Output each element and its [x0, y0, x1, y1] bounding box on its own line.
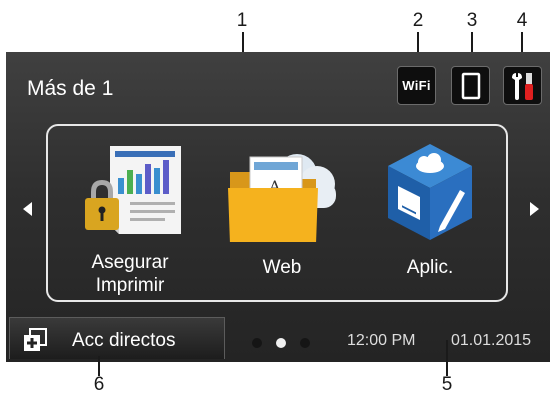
callout-2: 2	[412, 10, 424, 31]
app-web-label: Web	[262, 257, 302, 278]
clock-time: 12:00 PM	[347, 332, 416, 349]
page-dot-1	[252, 338, 262, 348]
wifi-button[interactable]: WiFi	[397, 66, 436, 105]
page-dot-2	[276, 338, 286, 348]
callout-5: 5	[441, 374, 453, 395]
apps-cube-icon	[388, 144, 472, 240]
app-secure-print-label-2: Imprimir	[95, 275, 165, 296]
callout-6-line	[98, 356, 100, 376]
app-apps[interactable]: Aplic.	[370, 140, 490, 300]
shortcuts-label: Acc directos	[72, 330, 176, 351]
app-web[interactable]: A Web	[222, 140, 342, 300]
app-secure-print-label-1: Asegurar	[91, 252, 169, 273]
app-apps-label: Aplic.	[406, 257, 454, 278]
settings-button[interactable]	[503, 66, 542, 105]
callout-6: 6	[93, 374, 105, 395]
tools-settings-icon	[511, 72, 533, 100]
secure-print-icon	[85, 146, 181, 234]
page-title: Más de 1	[27, 77, 114, 100]
clock-date: 01.01.2015	[451, 332, 532, 349]
scroll-left-arrow-icon[interactable]	[23, 202, 32, 216]
mobile-device-icon	[461, 72, 480, 99]
wifi-icon: WiFi	[402, 78, 431, 93]
app-secure-print[interactable]: Asegurar Imprimir	[70, 140, 190, 300]
add-shortcut-icon	[24, 328, 47, 351]
callout-3: 3	[466, 10, 478, 31]
callout-5-line	[446, 340, 448, 376]
scroll-right-arrow-icon[interactable]	[530, 202, 539, 216]
callout-4: 4	[516, 10, 528, 31]
mobile-device-button[interactable]	[451, 66, 490, 105]
callout-1: 1	[236, 10, 248, 31]
page-dot-3	[300, 338, 310, 348]
web-folder-icon: A	[228, 154, 336, 242]
